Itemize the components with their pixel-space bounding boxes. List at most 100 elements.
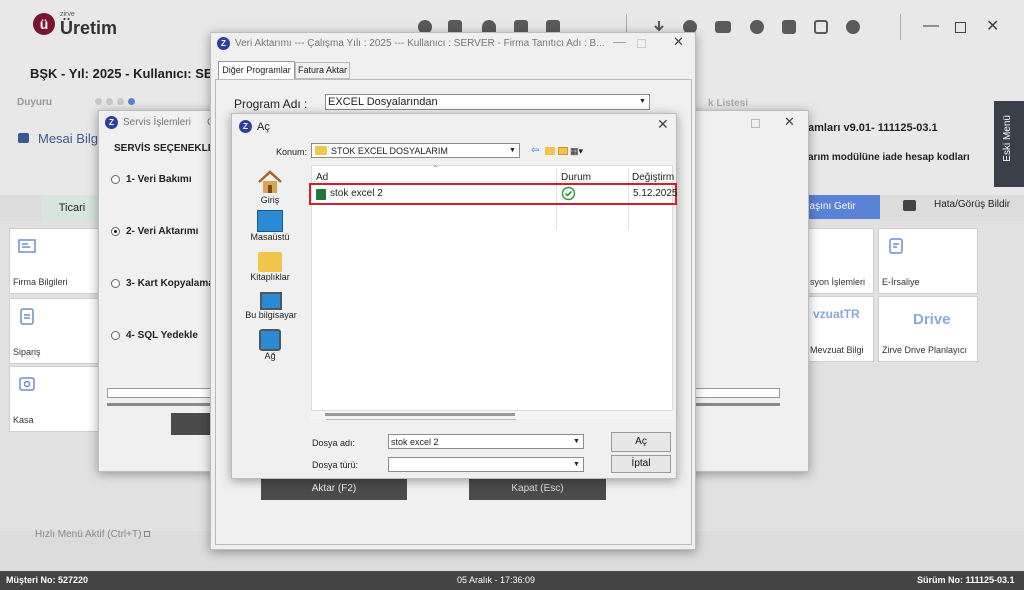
aktar-button[interactable]: Aktar (F2) [261,478,407,500]
library-folder-icon [258,252,282,272]
app-logo-icon: ü [33,13,55,35]
close-icon[interactable]: ✕ [673,34,684,50]
new-folder-icon[interactable] [558,147,568,155]
radio-button-selected[interactable] [111,227,120,236]
konum-label: Konum: [276,147,308,157]
feedback-icon [903,200,916,211]
tile-mevzuat-bilgi[interactable]: vzuatTR Mevzuat Bilgi [806,296,874,362]
version-notice: amları v9.01- 111125-03.1 [808,122,938,134]
minimize-icon[interactable]: — [613,34,626,49]
maximize-icon[interactable] [637,39,646,48]
chevron-down-icon: ▼ [639,98,646,105]
feedback-link[interactable]: Hata/Görüş Bildir [934,199,1010,210]
tile-label: Kasa [13,415,34,425]
clipboard-icon [18,307,36,325]
tab-ticari[interactable]: Ticari [41,195,103,221]
col-degistirme[interactable]: Değiştirm [632,172,674,183]
place-label: Giriş [260,195,280,205]
help-icon[interactable] [846,20,860,34]
info-icon[interactable] [750,20,764,34]
quick-menu-label: Hızlı Menü Aktif (Ctrl+T) [35,529,142,540]
place-masaustu[interactable]: Masaüstü [246,210,294,242]
program-label: Program Adı : [234,97,308,111]
customer-number: Müşteri No: 527220 [6,575,89,585]
tile-firma-bilgileri[interactable]: Firma Bilgileri [9,228,109,294]
tile-e-irsaliye[interactable]: E-İrsaliye [878,228,978,294]
place-kitapliklar[interactable]: Kitaplıklar [246,252,294,282]
col-durum[interactable]: Durum [561,172,591,183]
radio-button[interactable] [111,331,120,340]
chevron-down-icon: ▼ [509,147,516,154]
konum-value: STOK EXCEL DOSYALARIM [331,146,448,156]
place-label: Bu bilgisayar [245,310,297,320]
edit-icon[interactable] [814,20,828,34]
carousel-dot[interactable] [106,98,113,105]
kapat-button[interactable]: Kapat (Esc) [469,478,606,500]
place-bu-bilgisayar[interactable]: Bu bilgisayar [242,292,300,320]
back-icon[interactable]: ⇦ [531,145,539,156]
status-bar: Müşteri No: 527220 05 Aralık - 17:36:09 … [0,571,1024,590]
filetype-select[interactable]: ▼ [388,457,584,472]
close-icon[interactable]: ✕ [986,16,999,36]
quick-menu-checkbox[interactable] [144,531,151,537]
sort-arrow-icon: ⌃ [432,164,439,173]
app-icon: Z [217,37,230,50]
place-ag[interactable]: Ağ [250,329,290,361]
close-icon[interactable]: ✕ [657,116,669,133]
session-info: BŞK - Yıl: 2025 - Kullanıcı: SE [30,66,213,81]
file-name: stok excel 2 [330,188,383,199]
folder-icon [315,146,327,155]
maximize-icon[interactable] [751,119,760,128]
tab-fatura-aktar[interactable]: Fatura Aktar [295,62,350,79]
up-folder-icon[interactable] [545,147,555,155]
tile-label: Firma Bilgileri [13,277,68,287]
radio-button[interactable] [111,279,120,288]
chevron-down-icon: ▼ [573,438,580,445]
carousel-dot[interactable] [95,98,102,105]
tile-kasa[interactable]: Kasa [9,366,109,432]
mesai-info-link[interactable]: Mesai Bilgi [38,131,101,146]
chat-icon[interactable] [782,20,796,34]
scrollbar-track[interactable] [311,411,673,419]
option-label: 1- Veri Bakımı [126,174,192,185]
drive-logo: Drive [913,311,951,328]
desktop-icon [257,210,283,232]
file-list: ⌃ Ad Durum Değiştirm stok excel 2 5.12.2… [309,164,678,420]
quick-menu-toggle[interactable]: Hızlı Menü Aktif (Ctrl+T) [35,529,151,540]
keyboard-icon[interactable] [715,21,731,33]
mevzuat-logo: vzuatTR [813,307,860,321]
filename-value: stok excel 2 [391,437,439,447]
restore-icon[interactable] [955,22,966,33]
col-ad[interactable]: Ad [316,172,328,183]
id-card-icon [18,237,36,255]
radio-button[interactable] [111,175,120,184]
tab-diger-programlar[interactable]: Diğer Programlar [218,61,295,79]
home-icon [257,169,283,195]
tile-label: E-İrsaliye [882,277,920,287]
eski-menu-button[interactable]: Eski Menü [994,101,1024,187]
filename-input[interactable]: stok excel 2 ▼ [388,434,584,449]
veri-title: Veri Aktarımı --- Çalışma Yılı : 2025 --… [235,38,605,49]
tile-zirve-drive[interactable]: Drive Zirve Drive Planlayıcı [878,296,978,362]
safe-icon [18,375,36,393]
app-icon: Z [239,120,252,133]
cancel-button[interactable]: İptal [611,455,671,473]
place-giris[interactable]: Giriş [250,169,290,205]
carousel-dot[interactable] [117,98,124,105]
iade-notice: arım modülüne iade hesap kodları [808,152,970,163]
program-select[interactable]: EXCEL Dosyalarından ▼ [325,94,650,110]
scrollbar-thumb[interactable] [325,413,515,416]
filename-label: Dosya adı: [312,438,356,448]
view-menu-icon[interactable]: ▦▾ [570,146,583,157]
tile-syon-islemleri[interactable]: syon İşlemleri [806,228,874,294]
open-button[interactable]: Aç [611,432,671,452]
program-value: EXCEL Dosyalarından [328,96,438,108]
carousel-dot-active[interactable] [128,98,135,105]
tile-siparis[interactable]: Sipariş [9,298,109,364]
computer-icon [260,292,282,310]
konum-select[interactable]: STOK EXCEL DOSYALARIM ▼ [311,143,520,158]
minimize-icon[interactable]: — [923,17,939,35]
close-icon[interactable]: ✕ [784,114,795,130]
file-row[interactable]: stok excel 2 5.12.2025 [309,183,678,205]
document-icon [887,237,905,255]
